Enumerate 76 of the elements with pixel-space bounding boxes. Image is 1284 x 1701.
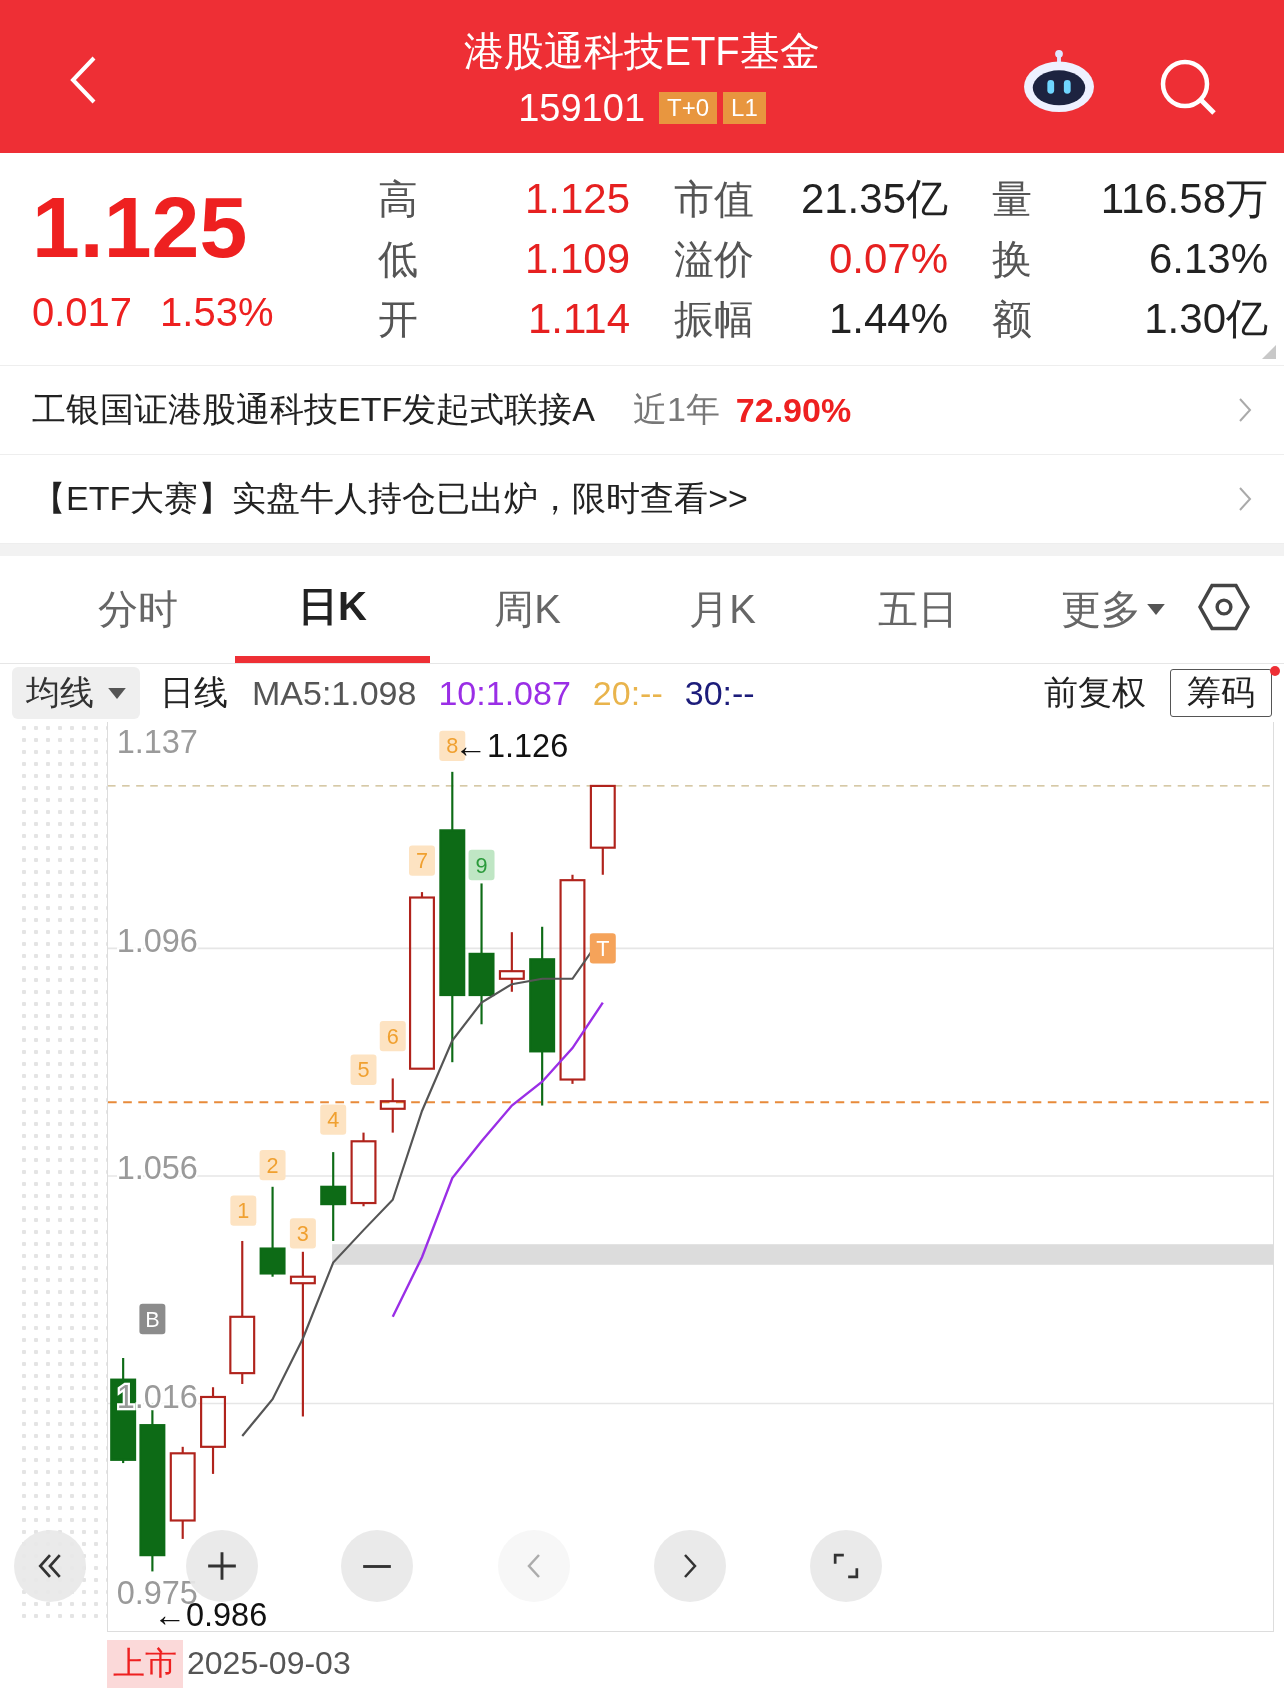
axis-label: 1.137 xyxy=(116,724,198,761)
stat-label: 市值 xyxy=(673,176,755,223)
signal-badge: 9 xyxy=(468,849,495,881)
plus-icon xyxy=(207,1551,237,1581)
signal-badge: 7 xyxy=(409,845,435,876)
signal-badge: 3 xyxy=(289,1218,316,1249)
fund-name: 工银国证港股通科技ETF发起式联接A xyxy=(32,389,595,430)
fullscreen-icon xyxy=(833,1553,859,1579)
collapse-button[interactable] xyxy=(14,1530,86,1602)
chart-tab[interactable]: 五日 xyxy=(820,556,1015,663)
axis-label: 1.056 xyxy=(116,1150,198,1187)
stat-value: 1.125 xyxy=(523,174,630,224)
fund-link-row[interactable]: 工银国证港股通科技ETF发起式联接A 近1年 72.90% xyxy=(0,366,1284,455)
stat-value: 6.13% xyxy=(1147,234,1268,284)
corner-icon xyxy=(1262,345,1276,359)
stat-label: 换 xyxy=(991,236,1033,283)
candle xyxy=(498,932,525,992)
chevron-right-icon xyxy=(683,1553,697,1579)
stat-label: 量 xyxy=(991,176,1033,223)
candle xyxy=(379,1078,406,1133)
change-percent: 1.53% xyxy=(160,289,274,335)
signal-badge: T xyxy=(589,933,616,964)
signal-badge: 4 xyxy=(320,1104,347,1135)
chevron-right-icon xyxy=(1238,486,1252,512)
adjust-mode[interactable]: 前复权 xyxy=(1044,670,1146,716)
axis-label: 1.096 xyxy=(116,922,198,959)
return-value: 72.90% xyxy=(735,390,852,430)
double-chevron-icon xyxy=(38,1553,62,1579)
chart-tab[interactable]: 更多 xyxy=(1015,556,1210,663)
price-change: 0.017 xyxy=(32,289,133,335)
stat-value: 1.44% xyxy=(827,294,948,344)
stat-label: 低 xyxy=(378,236,419,283)
fund-title: 港股通科技ETF基金 xyxy=(464,27,820,75)
stat-value: 1.109 xyxy=(523,234,630,284)
promo-text: 【ETF大赛】实盘牛人持仓已出炉，限时查看>> xyxy=(32,478,748,519)
ma-value: 10:1.087 xyxy=(438,673,571,713)
settings-icon[interactable] xyxy=(1198,583,1250,631)
chart-tab[interactable]: 月K xyxy=(625,556,820,663)
signal-badge: 1 xyxy=(230,1195,257,1226)
stat-label: 开 xyxy=(378,296,419,343)
stat-value: 21.35亿 xyxy=(799,174,948,224)
caret-icon xyxy=(1146,604,1165,615)
stat-value: 116.58万 xyxy=(1099,174,1268,224)
signal-badge: 2 xyxy=(259,1149,286,1181)
chart-tab[interactable]: 日K xyxy=(235,556,430,663)
caret-icon xyxy=(108,687,126,699)
stat-label: 额 xyxy=(991,296,1033,343)
listing-badge: 上市 xyxy=(107,1639,183,1688)
stat-value: 1.114 xyxy=(527,294,630,344)
last-price: 1.125 xyxy=(32,183,249,270)
listing-date: 2025-09-03 xyxy=(187,1645,351,1682)
stat-value: 1.30亿 xyxy=(1143,294,1268,344)
signal-badge: B xyxy=(139,1303,166,1335)
ma-value: 20:-- xyxy=(592,673,663,713)
chart-tab[interactable]: 周K xyxy=(430,556,625,663)
chevron-right-icon xyxy=(1238,397,1252,423)
return-period: 近1年 xyxy=(632,389,720,430)
indicator-dropdown[interactable]: 均线 xyxy=(12,667,140,719)
trade-badge: L1 xyxy=(723,92,766,124)
stat-label: 溢价 xyxy=(673,236,755,283)
ma-value: MA5:1.098 xyxy=(252,673,417,713)
period-label: 日线 xyxy=(160,672,228,713)
signal-badge: 6 xyxy=(379,1021,406,1052)
back-icon[interactable] xyxy=(68,55,98,105)
search-icon[interactable] xyxy=(1158,57,1218,117)
signal-badge: 5 xyxy=(350,1054,377,1085)
chart-tab[interactable]: 分时 xyxy=(40,556,235,663)
stat-label: 振幅 xyxy=(673,296,755,343)
minus-icon xyxy=(362,1563,392,1569)
chevron-left-icon xyxy=(527,1553,541,1579)
chip-button[interactable]: 筹码 xyxy=(1170,669,1272,717)
ma-value: 30:-- xyxy=(684,673,755,713)
stat-value: 0.07% xyxy=(827,234,948,284)
trade-badge: T+0 xyxy=(659,92,718,124)
fund-code: 159101 xyxy=(518,86,646,130)
stat-label: 高 xyxy=(378,176,419,223)
